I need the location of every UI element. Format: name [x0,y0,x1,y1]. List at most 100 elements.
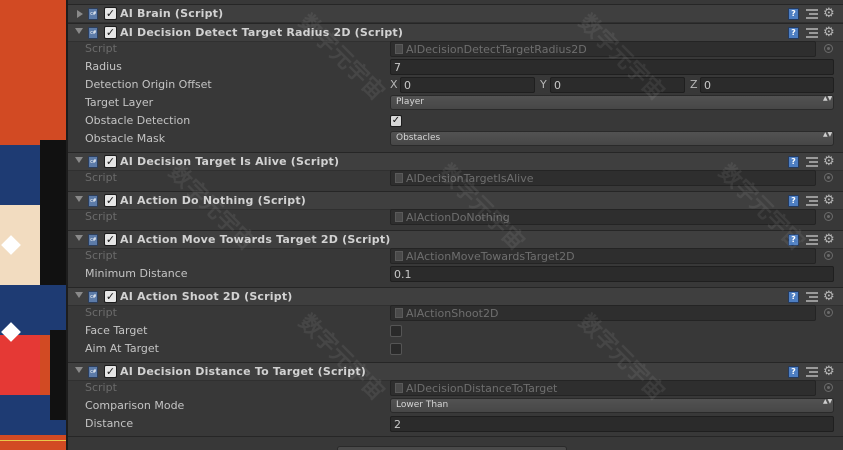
preset-icon[interactable] [806,27,818,39]
help-icon[interactable]: ? [788,27,799,39]
field-row-aim-at-target: Aim At Target [68,340,843,358]
foldout-arrow-icon[interactable] [75,196,83,202]
help-icon[interactable]: ? [788,291,799,303]
vector-y-label: Y [540,78,547,91]
gear-icon[interactable]: ⚙ [823,363,835,380]
script-file-icon [395,212,403,222]
script-row: Script AIActionShoot2D [68,304,843,322]
foldout-arrow-icon[interactable] [75,157,83,163]
radius-input[interactable]: 7 [390,59,834,75]
gear-icon[interactable]: ⚙ [823,288,835,305]
script-file-icon: c# [88,156,98,168]
preset-icon[interactable] [806,156,818,168]
enable-checkbox[interactable]: ✓ [104,7,117,20]
object-picker-icon[interactable] [824,173,833,182]
field-value: 0 [404,79,411,92]
obstacle-mask-dropdown[interactable]: Obstacles ▲▼ [390,131,834,146]
enable-checkbox[interactable]: ✓ [104,365,117,378]
field-value: Player [396,97,425,107]
offset-x-input[interactable]: 0 [400,77,535,93]
comparison-mode-dropdown[interactable]: Lower Than ▲▼ [390,398,834,413]
object-picker-icon[interactable] [824,308,833,317]
inspector-panel: c# ✓ AI Brain (Script) ? ⚙ c# ✓ AI Decis… [68,0,843,450]
field-label: Minimum Distance [85,267,188,280]
help-icon[interactable]: ? [788,8,799,20]
foldout-arrow-icon[interactable] [75,367,83,373]
script-object-field[interactable]: AIActionDoNothing [390,209,816,225]
field-row-obstacle-detection: Obstacle Detection ✓ [68,112,843,130]
field-row-distance: Distance 2 [68,415,843,433]
field-value: AIDecisionDistanceToTarget [406,382,558,395]
offset-y-input[interactable]: 0 [550,77,685,93]
gear-icon[interactable]: ⚙ [823,5,835,22]
script-object-field[interactable]: AIDecisionDetectTargetRadius2D [390,41,816,57]
help-icon[interactable]: ? [788,195,799,207]
field-row-target-layer: Target Layer Player ▲▼ [68,94,843,112]
field-value: AIActionShoot2D [406,307,499,320]
field-label: Script [85,381,117,394]
object-picker-icon[interactable] [824,212,833,221]
gear-icon[interactable]: ⚙ [823,153,835,170]
foldout-arrow-icon[interactable] [75,28,83,34]
foldout-arrow-icon[interactable] [75,292,83,298]
script-file-icon: c# [88,234,98,246]
target-layer-dropdown[interactable]: Player ▲▼ [390,95,834,110]
field-label: Face Target [85,324,148,337]
preset-icon[interactable] [806,366,818,378]
gear-icon[interactable]: ⚙ [823,231,835,248]
preset-icon[interactable] [806,234,818,246]
aim-at-target-checkbox[interactable] [390,343,402,355]
offset-z-input[interactable]: 0 [700,77,834,93]
object-picker-icon[interactable] [824,251,833,260]
obstacle-detection-checkbox[interactable]: ✓ [390,115,402,127]
preset-icon[interactable] [806,8,818,20]
field-value: 7 [394,61,401,74]
script-file-icon [395,251,403,261]
field-label: Radius [85,60,122,73]
field-row-radius: Radius 7 [68,58,843,76]
script-object-field[interactable]: AIDecisionTargetIsAlive [390,170,816,186]
field-label: Script [85,306,117,319]
help-icon[interactable]: ? [788,234,799,246]
object-picker-icon[interactable] [824,383,833,392]
script-file-icon [395,173,403,183]
component-title: AI Decision Detect Target Radius 2D (Scr… [120,26,404,39]
enable-checkbox[interactable]: ✓ [104,290,117,303]
minimum-distance-input[interactable]: 0.1 [390,266,834,282]
script-object-field[interactable]: AIDecisionDistanceToTarget [390,380,816,396]
help-icon[interactable]: ? [788,366,799,378]
field-value: AIActionDoNothing [406,211,510,224]
foldout-arrow-icon[interactable] [75,235,83,241]
field-label: Obstacle Mask [85,132,166,145]
field-label: Obstacle Detection [85,114,191,127]
add-component-button[interactable] [337,446,567,450]
script-file-icon: c# [88,366,98,378]
scene-view-strip[interactable] [0,0,66,450]
field-label: Script [85,42,117,55]
enable-checkbox[interactable]: ✓ [104,194,117,207]
field-value: 2 [394,418,401,431]
script-object-field[interactable]: AIActionShoot2D [390,305,816,321]
preset-icon[interactable] [806,291,818,303]
divider [68,436,843,437]
dropdown-arrows-icon: ▲▼ [823,95,833,102]
gear-icon[interactable]: ⚙ [823,192,835,209]
object-picker-icon[interactable] [824,44,833,53]
face-target-checkbox[interactable] [390,325,402,337]
script-object-field[interactable]: AIActionMoveTowardsTarget2D [390,248,816,264]
field-value: Lower Than [396,400,449,410]
distance-input[interactable]: 2 [390,416,834,432]
field-value: AIDecisionTargetIsAlive [406,172,534,185]
enable-checkbox[interactable]: ✓ [104,233,117,246]
foldout-arrow-icon[interactable] [77,10,83,18]
field-row-obstacle-mask: Obstacle Mask Obstacles ▲▼ [68,130,843,148]
dropdown-arrows-icon: ▲▼ [823,398,833,405]
enable-checkbox[interactable]: ✓ [104,26,117,39]
field-label: Script [85,210,117,223]
preset-icon[interactable] [806,195,818,207]
gear-icon[interactable]: ⚙ [823,24,835,41]
field-row-comparison-mode: Comparison Mode Lower Than ▲▼ [68,397,843,415]
component-header-ai-brain[interactable]: c# ✓ AI Brain (Script) ? ⚙ [68,4,843,23]
help-icon[interactable]: ? [788,156,799,168]
enable-checkbox[interactable]: ✓ [104,155,117,168]
